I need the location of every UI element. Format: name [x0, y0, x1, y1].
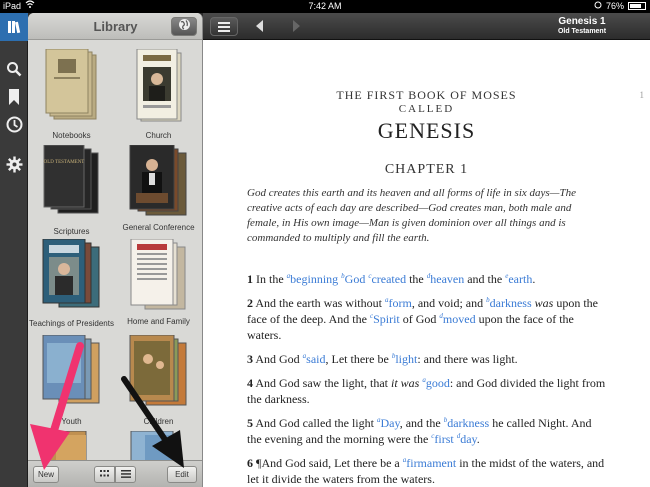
- tile-label: Church: [145, 131, 172, 140]
- chapter-heading: CHAPTER 1: [384, 162, 469, 177]
- grid-icon: [100, 470, 109, 479]
- back-arrow-icon[interactable]: [253, 19, 267, 33]
- list-view-button[interactable]: [115, 466, 136, 483]
- reader-page[interactable]: 1 THE FIRST BOOK OF MOSES CALLED GENESIS…: [203, 40, 650, 487]
- children-cover: [129, 335, 186, 406]
- verse-6: 6 ¶And God said, Let there be a afirmame…: [247, 456, 605, 486]
- verse-4: 4 And God saw the light, that it was ago…: [247, 376, 606, 406]
- verse-3: 3 And God asaid, Let there be blight: an…: [247, 352, 518, 366]
- status-time: 7:42 AM: [308, 1, 342, 11]
- chapter-title: Genesis 1: [558, 16, 606, 27]
- library-footer: New Edit: [28, 460, 202, 487]
- bookmark-icon[interactable]: [4, 87, 24, 107]
- tile-notebooks[interactable]: Notebooks: [28, 49, 115, 149]
- app-root: iPad 7:42 AM 76% Library Notebooks Churc…: [0, 0, 650, 487]
- battery-percent: 76%: [605, 1, 624, 11]
- tile-home-and-family[interactable]: Home and Family: [115, 239, 202, 339]
- tile-scriptures[interactable]: OLD TESTAMENT Scriptures: [28, 145, 115, 245]
- teachings-cover: [42, 239, 99, 308]
- new-button[interactable]: New: [33, 466, 59, 483]
- status-right: 76%: [594, 1, 646, 11]
- tile-label: Scriptures: [53, 227, 90, 236]
- book-called: CALLED: [398, 103, 455, 115]
- settings-icon[interactable]: [4, 154, 24, 174]
- verse-5: 5 And God called the light aDay, and the…: [247, 416, 592, 446]
- grid-view-button[interactable]: [94, 466, 115, 483]
- list-icon: [120, 469, 131, 480]
- book-name: GENESIS: [377, 118, 476, 143]
- tile-teachings-of-presidents[interactable]: Teachings of Presidents: [28, 239, 115, 339]
- youth-cover: [42, 335, 99, 404]
- globe-icon: [178, 18, 191, 36]
- left-rail: [0, 13, 28, 487]
- edit-button[interactable]: Edit: [167, 466, 197, 483]
- reader-toolbar: Genesis 1 Old Testament: [203, 13, 650, 40]
- tile-label: Home and Family: [127, 317, 190, 326]
- scriptures-cover: OLD TESTAMENT: [43, 145, 98, 214]
- chapter-summary: God creates this earth and its heaven an…: [247, 187, 576, 244]
- forward-arrow-icon[interactable]: [289, 19, 303, 33]
- history-icon[interactable]: [4, 114, 24, 134]
- verses: 1 In the abeginning bGod ccreated the dh…: [247, 271, 607, 487]
- volume-title: Old Testament: [557, 28, 607, 35]
- tile-youth[interactable]: Youth: [28, 335, 115, 435]
- tile-label: Youth: [61, 417, 82, 426]
- book-title: THE FIRST BOOK OF MOSES: [336, 88, 517, 102]
- scriptures-cover-text: OLD TESTAMENT: [43, 160, 84, 165]
- tile-label: Notebooks: [52, 131, 91, 140]
- tile-label: General Conference: [122, 223, 195, 232]
- verse-2: 2 And the earth was without aform, and v…: [247, 296, 598, 342]
- tile-label: Children: [143, 417, 174, 426]
- library-icon[interactable]: [0, 13, 28, 41]
- menu-button[interactable]: [210, 17, 238, 36]
- library-panel: Library Notebooks Church OLD TESTAMENT S…: [28, 13, 203, 487]
- church-cover: [136, 49, 181, 122]
- general-conference-cover: [129, 145, 186, 216]
- reader-title[interactable]: Genesis 1 Old Testament: [522, 16, 642, 35]
- notebooks-cover: [45, 49, 96, 120]
- library-header: Library: [28, 13, 202, 40]
- tile-label: Teachings of Presidents: [29, 319, 114, 328]
- lock-rotation-icon: [594, 1, 602, 11]
- tile-general-conference[interactable]: General Conference: [115, 145, 202, 245]
- home-and-family-cover: [130, 239, 185, 310]
- language-button[interactable]: [171, 17, 197, 36]
- search-icon[interactable]: [4, 59, 24, 79]
- verse-1: 1 In the abeginning bGod ccreated the dh…: [247, 272, 536, 286]
- status-bar: iPad 7:42 AM 76%: [0, 0, 650, 13]
- battery-icon: [628, 2, 646, 10]
- tile-children[interactable]: Children: [115, 335, 202, 435]
- battery-fill: [630, 4, 641, 8]
- tile-church[interactable]: Church: [115, 49, 202, 149]
